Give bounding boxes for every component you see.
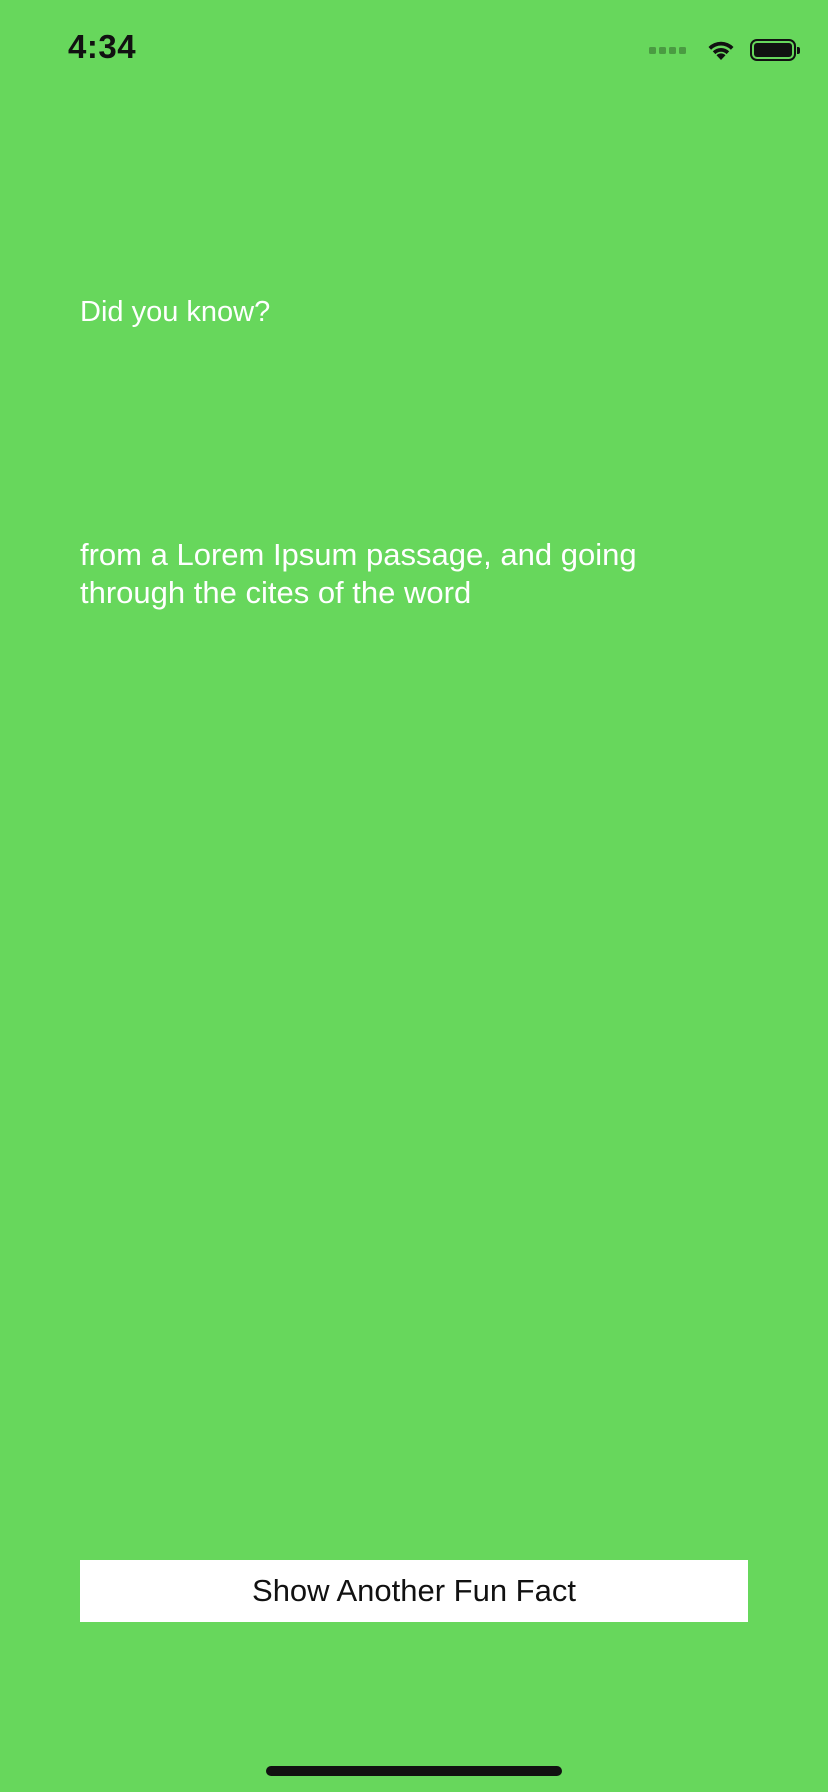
fun-fact-text: from a Lorem Ipsum passage, and going th… bbox=[80, 537, 637, 610]
battery-icon bbox=[750, 39, 800, 61]
show-another-fun-fact-button[interactable]: Show Another Fun Fact bbox=[80, 1560, 748, 1622]
status-bar-time: 4:34 bbox=[68, 28, 137, 65]
home-indicator[interactable] bbox=[266, 1766, 562, 1776]
did-you-know-heading: Did you know? bbox=[80, 296, 271, 328]
cellular-signal-icon bbox=[649, 46, 686, 54]
app-screen: 4:34 Did you know? from a Lorem Ipsum pa… bbox=[0, 0, 828, 1792]
status-bar-icons bbox=[649, 36, 800, 64]
wifi-icon bbox=[708, 41, 734, 60]
